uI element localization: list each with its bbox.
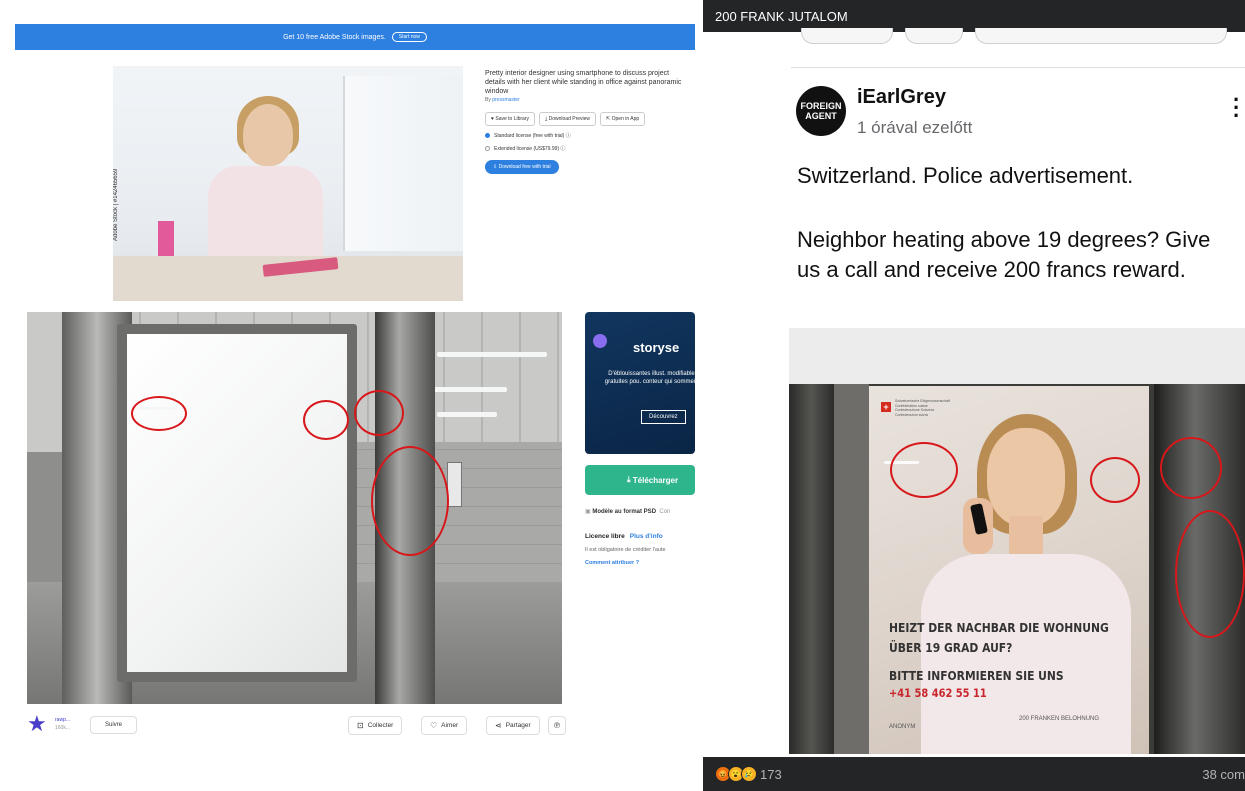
more-options-icon[interactable]: · · · (1233, 89, 1240, 127)
ceiling-light (437, 352, 547, 357)
markup-circle (131, 396, 187, 431)
post-title: 200 FRANK JUTALOM (715, 9, 848, 24)
collect-button[interactable]: ⊡ Collecter (348, 716, 403, 735)
like-button[interactable]: ♡ Aimer (421, 716, 468, 735)
woman-neck (1009, 516, 1043, 556)
confederation-text: Schweizerische Eidgenossenschaft Confédé… (895, 399, 950, 417)
decouvrez-button[interactable]: Découvrez (641, 410, 686, 424)
filter-chip[interactable] (905, 28, 963, 44)
promo-banner: Get 10 free Adobe Stock images. Start no… (15, 24, 695, 50)
storyset-ad[interactable]: storyse D'éblouissantes illust. modifiab… (585, 312, 695, 454)
action-buttons: ♥ Save to Library ⤓ Download Preview ⇱ O… (485, 112, 685, 126)
post-time[interactable]: 1 órával ezelőtt (857, 118, 972, 138)
heart-icon: ♡ (430, 721, 438, 730)
attribution-link[interactable]: Comment attribuer ? (585, 560, 639, 566)
save-to-library-button[interactable]: ♥ Save to Library (485, 112, 535, 126)
poster-phone-number: +41 58 462 55 11 (889, 686, 987, 700)
poster-name[interactable]: iEarlGrey (857, 86, 946, 109)
pinterest-icon: ℗ (554, 721, 560, 730)
blank-billboard (127, 334, 347, 672)
wall (834, 384, 869, 754)
poster-call-to-action: BITTE INFORMIEREN SIE UNS (889, 668, 1064, 683)
sad-reaction-icon: 😢 (741, 766, 757, 782)
license-standard[interactable]: Standard license (free with trial) ⓘ (485, 132, 685, 139)
reaction-count[interactable]: 173 (760, 767, 782, 782)
woman-face (243, 104, 293, 166)
ceiling-light (437, 412, 497, 417)
left-pillar (789, 384, 834, 754)
office-window (343, 76, 463, 251)
star-avatar-icon: ★ (27, 711, 47, 736)
author-bar: ★ rawp... 160k... Suivre ⊡ Collecter ♡ Aim… (25, 711, 566, 739)
promo-banner-text: Get 10 free Adobe Stock images. (283, 33, 386, 41)
avatar[interactable]: FOREIGN AGENT (796, 86, 846, 136)
follow-button[interactable]: Suivre (90, 716, 138, 734)
ceiling-light (427, 387, 507, 392)
police-poster: + Schweizerische Eidgenossenschaft Confé… (869, 386, 1149, 754)
reaction-bar: 😡 😮 😢 173 38 com (703, 757, 1245, 791)
pinterest-button[interactable]: ℗ (548, 716, 566, 735)
storyset-logo: storyse (633, 340, 680, 355)
woman-face (987, 428, 1065, 526)
poster-headline: HEIZT DER NACHBAR DIE WOHNUNG ÜBER 19 GR… (889, 620, 1109, 655)
filter-chip[interactable] (975, 28, 1227, 44)
post-text-line2: Neighbor heating above 19 degrees? Give … (797, 227, 1211, 282)
plus-info-link[interactable]: Plus d'info (630, 533, 663, 540)
reactions[interactable]: 😡 😮 😢 (715, 766, 757, 782)
markup-circle (1160, 437, 1222, 499)
markup-circle (890, 442, 958, 498)
filter-chip[interactable] (801, 28, 893, 44)
author-line: By pressmaster (485, 97, 520, 103)
author-link[interactable]: pressmaster (492, 97, 520, 103)
image-title: Pretty interior designer using smartphon… (485, 70, 682, 95)
ad-text: D'éblouissantes illust. modifiables grat… (604, 371, 695, 385)
radio-icon[interactable] (485, 146, 490, 151)
author-info[interactable]: rawp... 160k... (55, 716, 70, 732)
poster-reward: 200 FRANKEN BELOHNUNG (1019, 716, 1100, 722)
image-details: Pretty interior designer using smartphon… (485, 69, 685, 174)
image-padding (789, 328, 1245, 384)
stock-watermark: Adobe Stock | #142465659 (113, 168, 119, 241)
download-free-button[interactable]: ⇩ Download free with trial (485, 160, 559, 174)
share-icon: ⋖ (495, 721, 502, 730)
swiss-flag-icon: + (881, 402, 891, 412)
stock-photo: Adobe Stock | #142465659 (113, 66, 463, 301)
rawpixel-screenshot: storyse D'éblouissantes illust. modifiab… (15, 310, 695, 770)
wall-sign (447, 462, 462, 507)
post-text-line1: Switzerland. Police advertisement. (797, 163, 1134, 188)
download-sidebar: storyse D'éblouissantes illust. modifiab… (585, 312, 695, 704)
blank-billboard-photo (27, 312, 562, 704)
telecharger-button[interactable]: ⤓ Télécharger (585, 465, 695, 495)
markup-circle (1090, 457, 1140, 503)
adobe-stock-screenshot: Get 10 free Adobe Stock images. Start no… (15, 24, 695, 301)
comment-count[interactable]: 38 com (1202, 767, 1245, 782)
collect-icon: ⊡ (357, 721, 364, 730)
markup-circle (303, 400, 349, 440)
start-now-button[interactable]: Start now (391, 32, 427, 42)
markup-circle (1175, 510, 1245, 638)
radio-selected-icon[interactable] (485, 133, 490, 138)
planet-icon (593, 334, 607, 348)
open-in-app-button[interactable]: ⇱ Open in App (600, 112, 646, 126)
poster-anonym: ANONYM (889, 724, 916, 730)
divider (791, 67, 1245, 68)
markup-circle (354, 390, 404, 436)
format-info: ▣ Modèle au format PSD Con (585, 509, 671, 515)
share-button[interactable]: ⋖ Partager (486, 716, 540, 735)
download-preview-button[interactable]: ⤓ Download Preview (539, 112, 597, 126)
license-note: Il est obligatoire de créditer l'aute (585, 547, 666, 553)
markup-circle (371, 446, 449, 556)
license-extended[interactable]: Extended license (US$79.99) ⓘ (485, 145, 685, 152)
license-title: Licence libre Plus d'info (585, 533, 663, 540)
facebook-screenshot: 200 FRANK JUTALOM FOREIGN AGENT iEarlGre… (703, 0, 1245, 791)
